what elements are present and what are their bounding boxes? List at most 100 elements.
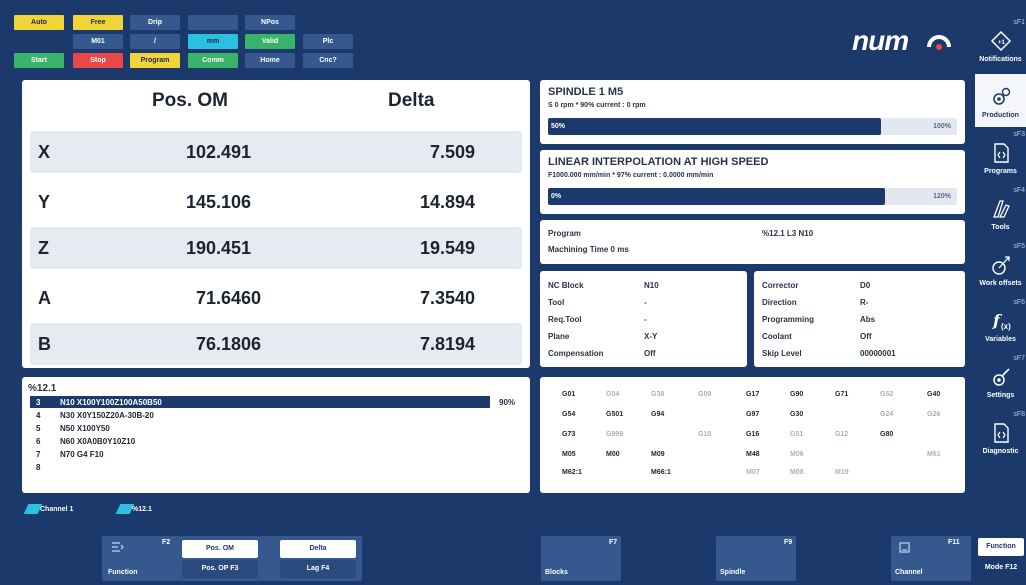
axis-label: A — [38, 288, 51, 308]
menu-settings[interactable]: sF7 Settings — [975, 354, 1026, 407]
gcode-cell: M07 — [746, 469, 760, 476]
spindle-progress-max: 100% — [933, 123, 951, 130]
status-empty[interactable] — [188, 15, 238, 30]
status-mm[interactable]: mm — [188, 34, 238, 49]
axis-delta: 7.509 — [430, 142, 476, 162]
menu-key: sF3 — [1013, 131, 1025, 138]
gcode-cell: G54 — [562, 411, 576, 418]
interp-subtitle: F1000.000 mm/min * 97% current : 0.0000 … — [548, 172, 714, 179]
axis-pos: 145.106 — [186, 192, 252, 212]
axis-row-b: B 76.1806 7.8194 — [30, 323, 522, 365]
menu-production[interactable]: Production — [975, 74, 1026, 127]
gcode-cell: G71 — [835, 391, 849, 398]
axis-delta: 7.3540 — [420, 288, 476, 308]
axis-delta: 7.8194 — [420, 334, 476, 354]
program-info-panel: Program %12.1 L3 N10 Machining Time 0 ms — [540, 220, 965, 264]
line-code: N30 X0Y150Z20A-30B-20 — [60, 411, 154, 420]
status-npos[interactable]: NPos — [245, 15, 295, 30]
gcode-cell: G501 — [606, 411, 624, 418]
program-line[interactable]: 6 N60 X0A0B0Y10Z10 — [30, 435, 533, 447]
nc-key: Plane — [548, 332, 570, 341]
channel-button[interactable]: F11 Channel — [891, 536, 971, 581]
gcode-cell: M62:1 — [562, 469, 582, 476]
gcode-cell: M06 — [790, 451, 804, 458]
gcode-cell: G73 — [562, 431, 576, 438]
interpolation-panel: LINEAR INTERPOLATION AT HIGH SPEED F1000… — [540, 150, 965, 214]
program-line[interactable]: 4 N30 X0Y150Z20A-30B-20 — [30, 409, 533, 421]
status-drip[interactable]: Drip — [130, 15, 180, 30]
status-comm[interactable]: Comm — [188, 53, 238, 68]
status-block-skip[interactable]: / — [130, 34, 180, 49]
program-line-current[interactable]: 3 N10 X100Y100Z100A50B50 — [30, 396, 490, 408]
delta-button[interactable]: Delta — [280, 540, 356, 558]
gcode-cell: G01 — [562, 391, 576, 398]
channel-label: Channel — [895, 569, 923, 576]
status-cnc[interactable]: Cnc? — [303, 53, 353, 68]
menu-tools[interactable]: sF4 Tools — [975, 186, 1026, 239]
menu-work-offsets[interactable]: sF5 Work offsets — [975, 242, 1026, 295]
f11-key: F11 — [948, 539, 960, 546]
status-free[interactable]: Free — [73, 15, 123, 30]
function-right-button[interactable]: Function — [978, 538, 1024, 556]
axis-row-y: Y 145.106 14.894 — [30, 181, 522, 223]
program-line[interactable]: 7 N70 G4 F10 — [30, 448, 533, 460]
menu-label: Diagnostic — [982, 448, 1019, 455]
pos-op-button[interactable]: Pos. OP F3 — [182, 560, 258, 578]
status-m01[interactable]: M01 — [73, 34, 123, 49]
nc-value: - — [644, 315, 647, 324]
status-plc[interactable]: Plc — [303, 34, 353, 49]
nc-state-left: NC Block N10 Tool - Req.Tool - Plane X-Y… — [540, 271, 747, 367]
nc-value: Off — [644, 349, 656, 358]
pos-om-button[interactable]: Pos. OM — [182, 540, 258, 558]
mode-button[interactable]: Mode F12 — [978, 559, 1024, 577]
spindle-subtitle: S 0 rpm * 90% current : 0 rpm — [548, 102, 646, 109]
axis-pos: 190.451 — [186, 238, 252, 258]
status-valid[interactable]: Valid — [245, 34, 295, 49]
gcode-cell: G30 — [790, 411, 804, 418]
line-number: 7 — [36, 450, 41, 459]
channel-program-tab[interactable]: %12.1 — [132, 506, 152, 513]
axis-row-x: X 102.491 7.509 — [30, 131, 522, 173]
status-auto[interactable]: Auto — [14, 15, 64, 30]
brand-logo: num — [852, 25, 909, 56]
channel-tab[interactable]: Channel 1 — [40, 506, 73, 513]
nc-key: Programming — [762, 315, 815, 324]
menu-key: sF5 — [1013, 243, 1025, 250]
gcode-cell: G52 — [880, 391, 894, 398]
menu-key: sF4 — [1013, 187, 1025, 194]
line-code: N60 X0A0B0Y10Z10 — [60, 437, 136, 446]
nc-value: D0 — [860, 281, 871, 290]
menu-label: Variables — [985, 336, 1016, 343]
blocks-button[interactable]: F7 Blocks — [541, 536, 621, 581]
gcode-cell: M00 — [606, 451, 620, 458]
spindle-button[interactable]: F9 Spindle — [716, 536, 796, 581]
program-line[interactable]: 5 N50 X100Y50 — [30, 422, 533, 434]
spindle-title: SPINDLE 1 M5 — [548, 86, 624, 98]
status-home[interactable]: Home — [245, 53, 295, 68]
program-percent: 90% — [499, 398, 516, 407]
program-line[interactable]: 8 — [30, 461, 533, 473]
menu-programs[interactable]: sF3 Programs — [975, 130, 1026, 183]
lag-button[interactable]: Lag F4 — [280, 560, 356, 578]
gcode-cell: G51 — [790, 431, 804, 438]
status-stop[interactable]: Stop — [73, 53, 123, 68]
menu-notifications[interactable]: sF1 +1 Notifications — [975, 18, 1026, 71]
nc-key: Req.Tool — [548, 315, 582, 324]
gcode-cell: M19 — [835, 469, 849, 476]
program-label: Program — [548, 229, 581, 238]
menu-variables[interactable]: sF6 f (x) Variables — [975, 298, 1026, 351]
nc-value: - — [644, 298, 647, 307]
gcode-cell: G26 — [927, 411, 941, 418]
gcode-cell: G04 — [606, 391, 620, 398]
status-program-active[interactable]: Program Active — [130, 53, 180, 79]
nc-key: Direction — [762, 298, 797, 307]
menu-diagnostic[interactable]: sF8 Diagnostic — [975, 410, 1026, 463]
status-start[interactable]: Start — [14, 53, 64, 68]
nc-key: Skip Level — [762, 349, 802, 358]
axis-delta: 19.549 — [420, 238, 476, 258]
function-icon: f (x) — [992, 311, 1011, 331]
function-button[interactable]: Function — [108, 569, 138, 576]
gcode-cell: G12 — [835, 431, 849, 438]
nc-key: Corrector — [762, 281, 799, 290]
gcode-cell: G90 — [790, 391, 804, 398]
